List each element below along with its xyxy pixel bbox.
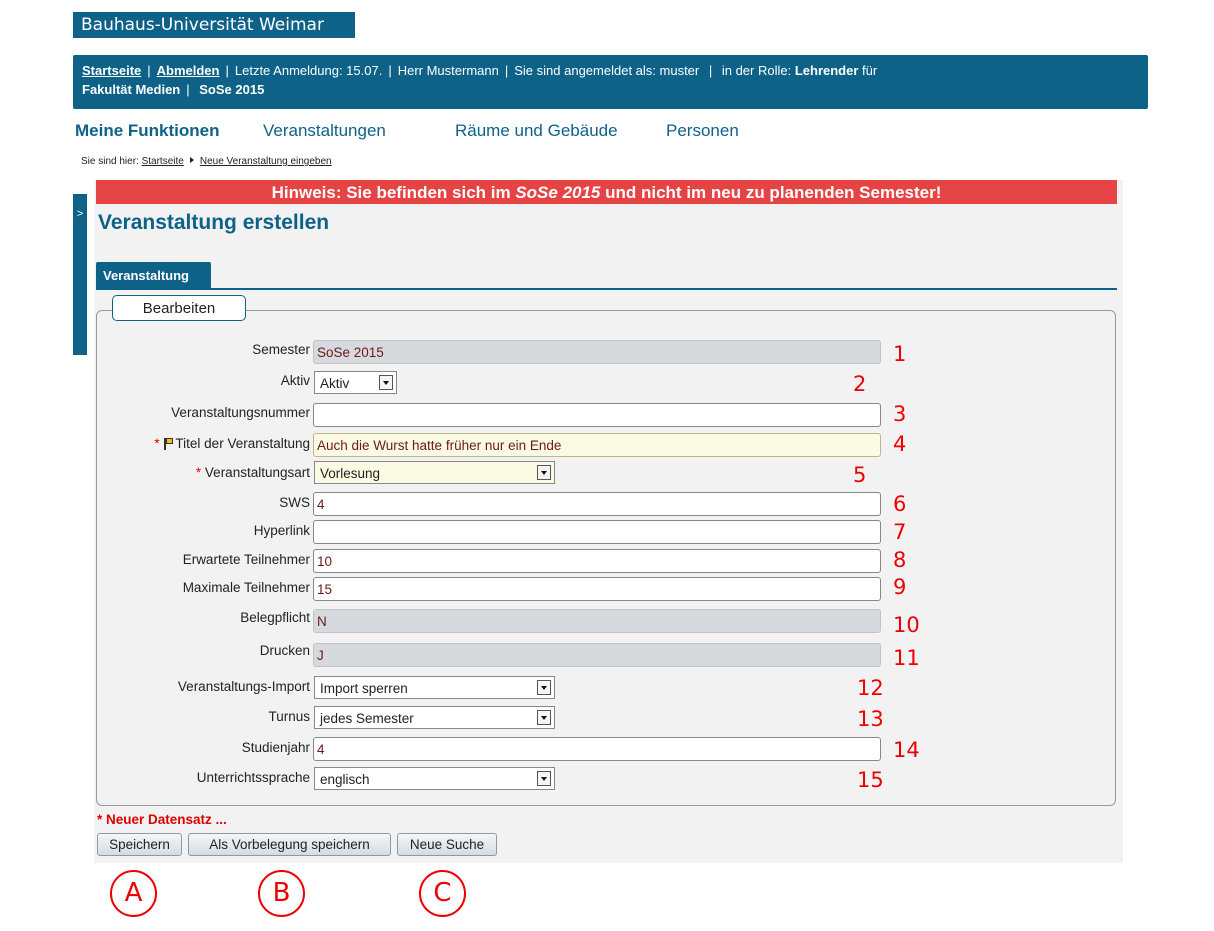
belegpflicht-label: Belegpflicht: [240, 610, 310, 625]
titel-input[interactable]: Auch die Wurst hatte früher nur ein Ende: [313, 433, 881, 457]
role-suffix-text: für: [862, 63, 878, 78]
marker-5: 5: [853, 463, 867, 487]
abmelden-link[interactable]: Abmelden: [157, 63, 220, 78]
studienjahr-input[interactable]: 4: [313, 737, 881, 761]
nav-raeume-gebaeude[interactable]: Räume und Gebäude: [455, 121, 618, 141]
side-panel-toggle[interactable]: >: [73, 194, 87, 355]
turnus-select[interactable]: jedes Semester: [314, 706, 555, 729]
unterrichtssprache-label: Unterrichtssprache: [196, 770, 310, 785]
marker-7: 7: [893, 520, 907, 544]
unterrichtssprache-value: englisch: [320, 772, 370, 787]
drucken-label: Drucken: [259, 643, 310, 658]
veranstaltungsart-select[interactable]: Vorlesung: [314, 461, 555, 484]
tab-underline: [96, 288, 1117, 290]
startseite-link[interactable]: Startseite: [82, 63, 141, 78]
annotation-b: B: [258, 870, 305, 917]
marker-4: 4: [893, 432, 907, 456]
logged-in-as-text: Sie sind angemeldet als: muster: [514, 63, 700, 78]
hint-semester: SoSe 2015: [515, 183, 601, 202]
semester-text: SoSe 2015: [199, 82, 265, 97]
required-asterisk: *: [154, 436, 160, 451]
aktiv-value: Aktiv: [320, 376, 350, 391]
nav-meine-funktionen[interactable]: Meine Funktionen: [75, 121, 220, 141]
veranstaltungsart-value: Vorlesung: [320, 466, 381, 481]
drucken-field: J: [313, 643, 881, 667]
marker-10: 10: [893, 613, 920, 637]
nav-veranstaltungen[interactable]: Veranstaltungen: [263, 121, 386, 141]
fieldset-legend: Bearbeiten: [112, 295, 246, 321]
required-asterisk: *: [195, 465, 202, 480]
marker-14: 14: [893, 738, 920, 762]
veranstaltungsnummer-label: Veranstaltungsnummer: [171, 405, 310, 420]
hyperlink-label: Hyperlink: [253, 523, 310, 538]
aktiv-label: Aktiv: [280, 373, 310, 388]
page-title: Veranstaltung erstellen: [98, 211, 330, 234]
marker-12: 12: [857, 676, 884, 700]
veranstaltungs-import-value: Import sperren: [320, 681, 408, 696]
hint-text-2: und nicht im neu zu planenden Semester!: [600, 183, 942, 202]
marker-2: 2: [853, 372, 867, 396]
chevron-down-icon: [537, 771, 551, 786]
marker-9: 9: [893, 575, 907, 599]
chevron-down-icon: [537, 710, 551, 725]
veranstaltungs-import-select[interactable]: Import sperren: [314, 676, 555, 699]
maximale-teilnehmer-input[interactable]: 15: [313, 577, 881, 601]
side-toggle-icon: >: [76, 208, 84, 220]
breadcrumb-arrow-icon: [189, 157, 194, 163]
chevron-down-icon: [537, 465, 551, 480]
new-search-button[interactable]: Neue Suche: [397, 833, 497, 856]
semester-warning-banner: Hinweis: Sie befinden sich im SoSe 2015 …: [96, 180, 1117, 204]
marker-11: 11: [893, 646, 920, 670]
nav-personen[interactable]: Personen: [666, 121, 739, 141]
new-record-notice: * Neuer Datensatz ...: [97, 812, 227, 827]
marker-3: 3: [893, 402, 907, 426]
tab-veranstaltung[interactable]: Veranstaltung: [96, 262, 211, 288]
annotation-c: C: [419, 870, 466, 917]
chevron-down-icon: [537, 680, 551, 695]
user-name-text: Herr Mustermann: [397, 63, 499, 78]
breadcrumb: Sie sind hier: Startseite Neue Veranstalt…: [81, 156, 332, 167]
breadcrumb-current[interactable]: Neue Veranstaltung eingeben: [200, 156, 332, 167]
save-as-default-button[interactable]: Als Vorbelegung speichern: [188, 833, 391, 856]
marker-8: 8: [893, 548, 907, 572]
studienjahr-label: Studienjahr: [241, 740, 310, 755]
university-logo: Bauhaus-Universität Weimar: [73, 12, 355, 38]
annotation-a: A: [110, 870, 157, 917]
erwartete-teilnehmer-label: Erwartete Teilnehmer: [182, 552, 310, 567]
hyperlink-input[interactable]: [313, 520, 881, 544]
titel-label: * Titel der Veranstaltung: [154, 436, 310, 451]
aktiv-select[interactable]: Aktiv: [314, 371, 397, 394]
veranstaltungs-import-label: Veranstaltungs-Import: [177, 679, 310, 694]
breadcrumb-prefix: Sie sind hier:: [81, 156, 139, 167]
chevron-down-icon: [379, 375, 393, 390]
veranstaltungsnummer-input[interactable]: [313, 403, 881, 427]
turnus-value: jedes Semester: [320, 711, 414, 726]
flag-icon: [164, 438, 174, 450]
marker-13: 13: [857, 707, 884, 731]
sws-input[interactable]: 4: [313, 492, 881, 516]
role-text: Lehrender: [794, 63, 859, 78]
turnus-label: Turnus: [268, 709, 310, 724]
marker-1: 1: [893, 342, 907, 366]
marker-15: 15: [857, 768, 884, 792]
last-login-text: Letzte Anmeldung: 15.07.: [234, 63, 383, 78]
maximale-teilnehmer-label: Maximale Teilnehmer: [182, 580, 310, 595]
veranstaltungsart-label: * Veranstaltungsart: [196, 465, 310, 480]
erwartete-teilnehmer-input[interactable]: 10: [313, 549, 881, 573]
marker-6: 6: [893, 492, 907, 516]
semester-label: Semester: [252, 342, 310, 357]
hint-text-1: Hinweis: Sie befinden sich im: [271, 183, 516, 202]
sws-label: SWS: [279, 495, 310, 510]
breadcrumb-startseite[interactable]: Startseite: [142, 156, 184, 167]
save-button[interactable]: Speichern: [97, 833, 182, 856]
role-prefix-text: in der Rolle:: [721, 63, 792, 78]
belegpflicht-field: N: [313, 609, 881, 633]
semester-field: SoSe 2015: [313, 340, 881, 364]
unterrichtssprache-select[interactable]: englisch: [314, 767, 555, 790]
titel-label-text: Titel der Veranstaltung: [175, 436, 310, 451]
faculty-text: Fakultät Medien: [82, 82, 181, 97]
veranstaltungsart-label-text: Veranstaltungsart: [204, 465, 310, 480]
user-info-bar: Startseite | Abmelden | Letzte Anmeldung: 15…: [73, 55, 1148, 109]
